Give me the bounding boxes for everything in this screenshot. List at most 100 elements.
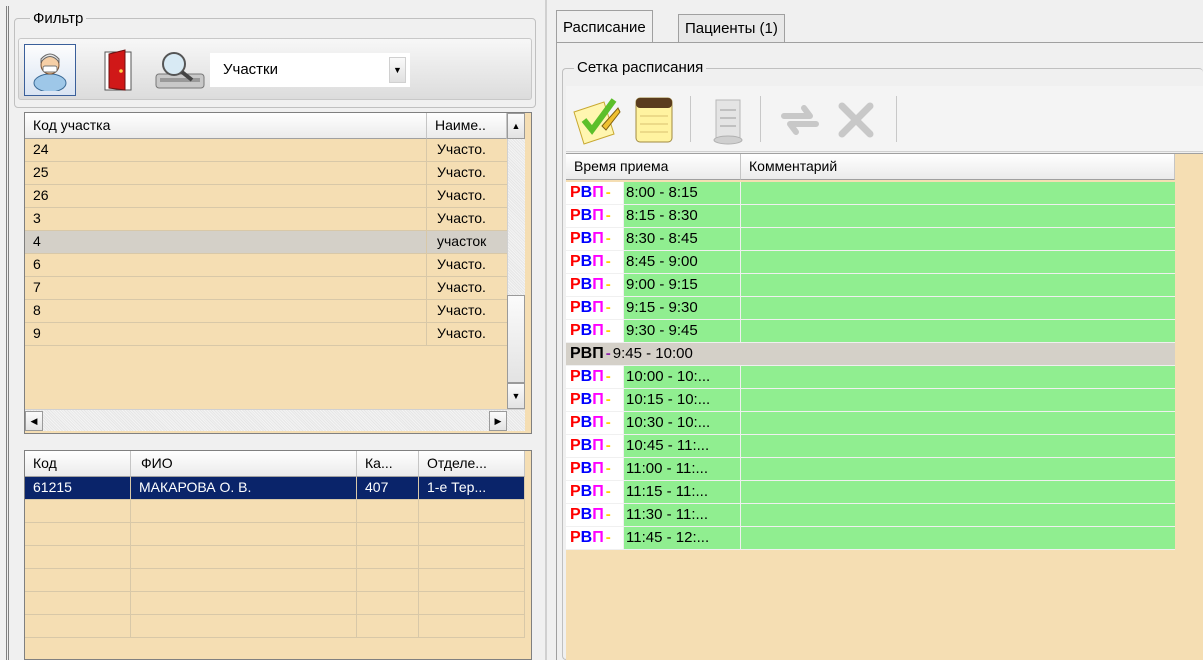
- schedule-slot[interactable]: РВП -8:30 - 8:45: [566, 228, 1175, 251]
- schedule-slot[interactable]: РВП -11:15 - 11:...: [566, 481, 1175, 504]
- status-dash: -: [605, 345, 611, 362]
- section-row[interactable]: 4 участок: [25, 231, 513, 254]
- tab-schedule[interactable]: Расписание: [556, 10, 653, 42]
- slot-time-value: 9:45 - 10:00: [612, 345, 693, 362]
- section-row[interactable]: 25 Участо.: [25, 162, 513, 185]
- status-v: В: [580, 322, 593, 339]
- schedule-slot[interactable]: РВП -10:45 - 11:...: [566, 435, 1175, 458]
- slot-time-value: 10:45 - 11:...: [626, 437, 710, 454]
- cell-divider: [130, 523, 131, 546]
- tab-patients[interactable]: Пациенты (1): [678, 14, 785, 42]
- status-p: П: [592, 322, 604, 339]
- section-row[interactable]: 3 Участо.: [25, 208, 513, 231]
- section-row[interactable]: 26 Участо.: [25, 185, 513, 208]
- section-row[interactable]: 8 Участо.: [25, 300, 513, 323]
- status-dash: -: [605, 506, 611, 523]
- slot-time-value: 11:30 - 11:...: [626, 506, 708, 523]
- slot-time-cell: 10:45 - 11:...: [624, 435, 741, 457]
- schedule-slot[interactable]: РВП -8:15 - 8:30: [566, 205, 1175, 228]
- section-row[interactable]: 9 Участо.: [25, 323, 513, 346]
- scroll-down-arrow-icon[interactable]: ▼: [507, 383, 525, 409]
- status-r: Р: [570, 437, 581, 454]
- status-r: Р: [570, 483, 581, 500]
- cell-divider: [356, 615, 357, 638]
- status-r: Р: [570, 207, 581, 224]
- column-header-cabinet[interactable]: Ка...: [357, 451, 419, 477]
- status-p: П: [592, 299, 604, 316]
- slot-time-value: 11:00 - 11:...: [626, 460, 708, 477]
- search-filter-button[interactable]: [150, 44, 210, 96]
- status-dash: -: [605, 391, 611, 408]
- cell-divider: [524, 569, 525, 592]
- doctor-row[interactable]: 61215 МАКАРОВА О. В. 407 1-е Тер...: [25, 477, 525, 500]
- filter-type-value: Участки: [223, 61, 278, 78]
- schedule-slot[interactable]: РВП -10:30 - 10:...: [566, 412, 1175, 435]
- splitter[interactable]: [545, 0, 547, 660]
- horizontal-scrollbar[interactable]: [25, 409, 525, 431]
- schedule-slot[interactable]: РВП -10:15 - 10:...: [566, 389, 1175, 412]
- column-header-section-code[interactable]: Код участка: [25, 113, 427, 139]
- column-header-fio[interactable]: ФИО: [131, 451, 357, 477]
- print-schedule-button[interactable]: [700, 92, 756, 148]
- slot-time-cell: 11:15 - 11:...: [624, 481, 741, 503]
- column-header-department[interactable]: Отделе...: [419, 451, 525, 477]
- status-dash: -: [605, 414, 611, 431]
- section-row[interactable]: 7 Участо.: [25, 277, 513, 300]
- column-header-code[interactable]: Код: [25, 451, 131, 477]
- chevron-down-icon[interactable]: ▼: [389, 57, 406, 83]
- status-r: Р: [570, 299, 581, 316]
- column-header-time[interactable]: Время приема: [566, 154, 741, 180]
- section-row[interactable]: 6 Участо.: [25, 254, 513, 277]
- schedule-slot[interactable]: РВП -10:00 - 10:...: [566, 366, 1175, 389]
- slot-time: РВП -: [566, 297, 624, 319]
- status-dash: -: [605, 253, 611, 270]
- cell-divider: [426, 254, 427, 277]
- column-header-name[interactable]: Наиме..: [427, 113, 507, 139]
- notes-button[interactable]: [626, 92, 682, 148]
- schedule-slot[interactable]: РВП -11:45 - 12:...: [566, 527, 1175, 550]
- schedule-slot[interactable]: РВП -9:45 - 10:00: [566, 343, 1175, 366]
- status-v: В: [580, 230, 593, 247]
- status-v: В: [580, 437, 593, 454]
- schedule-slot[interactable]: РВП -11:00 - 11:...: [566, 458, 1175, 481]
- scroll-up-arrow-icon[interactable]: ▲: [507, 113, 525, 139]
- scroll-right-arrow-icon[interactable]: ▶: [489, 411, 507, 431]
- schedule-slot[interactable]: РВП -9:15 - 9:30: [566, 297, 1175, 320]
- section-name: Участо.: [437, 302, 486, 318]
- cell-divider: [356, 569, 357, 592]
- refresh-button[interactable]: [772, 92, 828, 148]
- empty-row: [25, 523, 525, 546]
- vertical-scroll-thumb[interactable]: [507, 295, 525, 383]
- cell-divider: [426, 300, 427, 323]
- scroll-left-arrow-icon[interactable]: ◀: [25, 411, 43, 431]
- status-r: Р: [570, 414, 581, 431]
- schedule-slot[interactable]: РВП -9:00 - 9:15: [566, 274, 1175, 297]
- section-name: Участо.: [437, 256, 486, 272]
- section-code: 7: [33, 279, 41, 295]
- schedule-slot[interactable]: РВП -9:30 - 9:45: [566, 320, 1175, 343]
- status-dash: -: [605, 460, 611, 477]
- slot-time: РВП -: [566, 458, 624, 480]
- schedule-slot[interactable]: РВП -8:45 - 9:00: [566, 251, 1175, 274]
- slot-time: РВП -: [566, 481, 624, 503]
- status-r: Р: [570, 230, 581, 247]
- doctor-filter-button[interactable]: [24, 44, 76, 96]
- cabinet-filter-button[interactable]: [92, 44, 144, 96]
- toolbar-separator: [690, 96, 691, 142]
- section-row[interactable]: 24 Участо.: [25, 139, 513, 162]
- slot-time-cell: 8:30 - 8:45: [624, 228, 741, 250]
- cell-divider: [130, 615, 131, 638]
- column-header-comment[interactable]: Комментарий: [741, 154, 1175, 180]
- schedule-slot[interactable]: РВП -11:30 - 11:...: [566, 504, 1175, 527]
- section-name: Участо.: [437, 279, 486, 295]
- refresh-icon: [781, 105, 819, 135]
- schedule-slot[interactable]: РВП -8:00 - 8:15: [566, 182, 1175, 205]
- cell-divider: [130, 569, 131, 592]
- slot-time: РВП -9:45 - 10:00: [566, 343, 741, 365]
- delete-button[interactable]: [828, 92, 884, 148]
- cell-divider: [418, 615, 419, 638]
- filter-type-select[interactable]: Участки ▼: [210, 53, 410, 87]
- schedule-legend: Сетка расписания: [574, 59, 707, 76]
- status-v: В: [580, 506, 593, 523]
- edit-schedule-button[interactable]: [568, 92, 624, 148]
